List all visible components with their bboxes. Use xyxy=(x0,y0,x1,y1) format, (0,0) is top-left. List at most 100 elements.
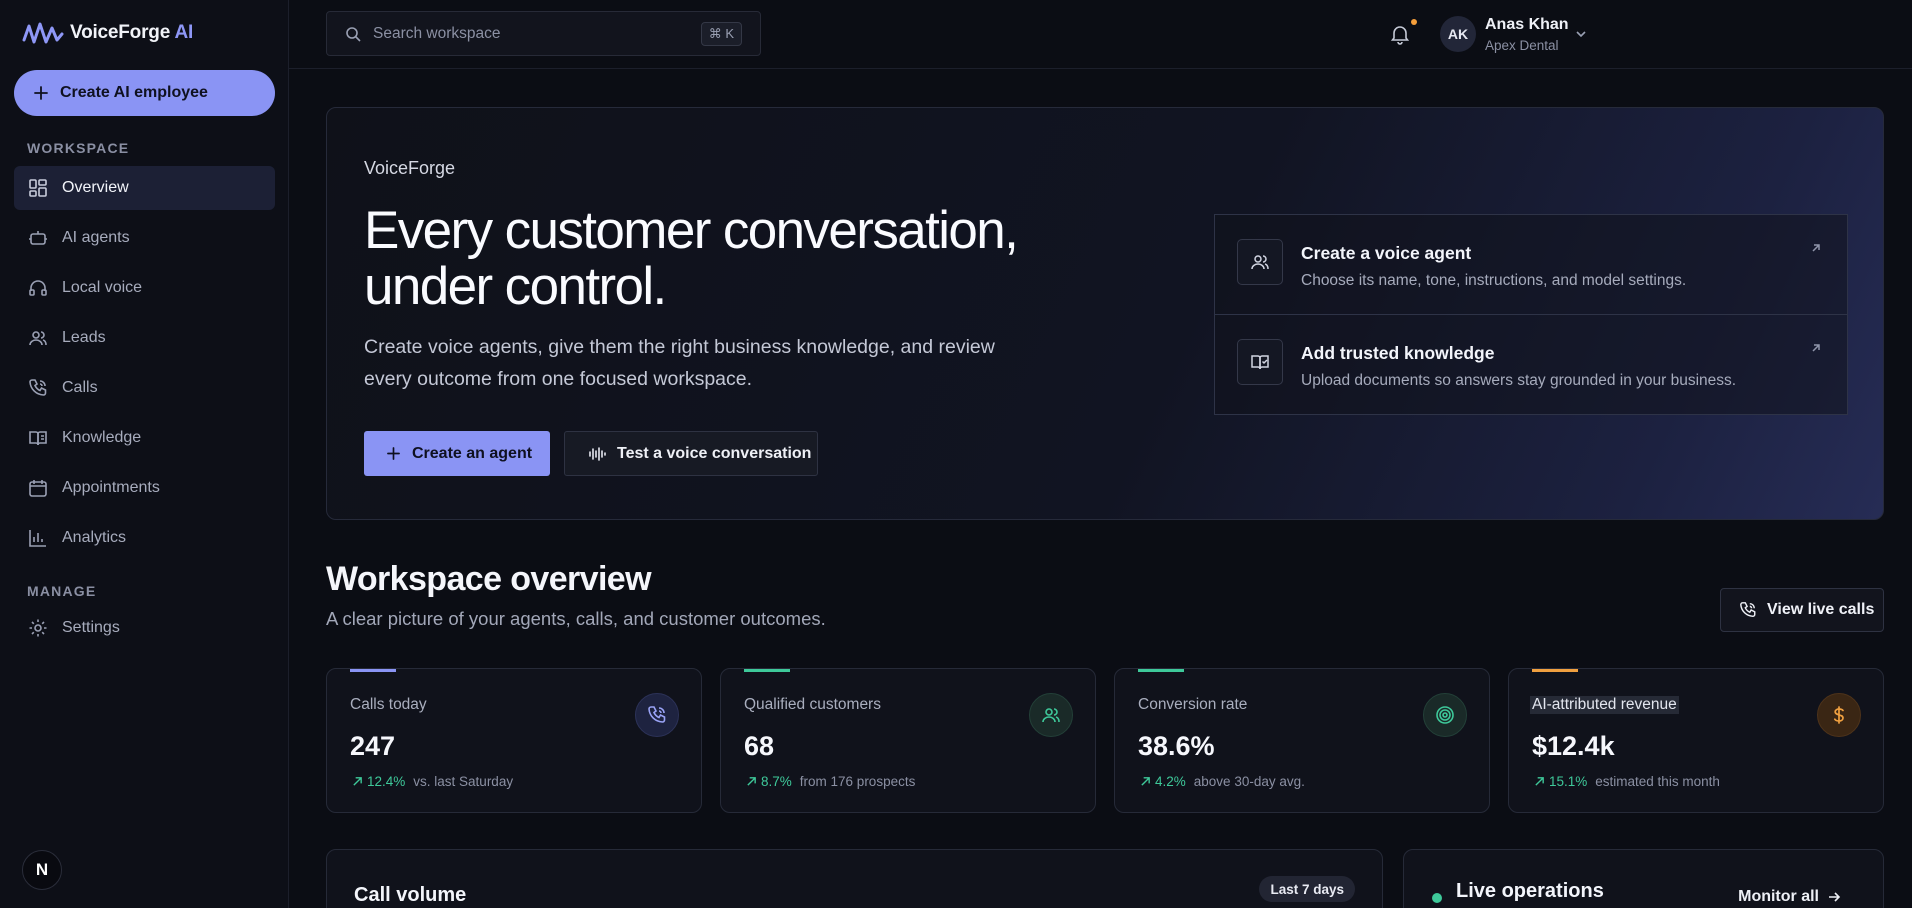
sidebar-item-label: Settings xyxy=(62,619,120,636)
stat-icon-circle xyxy=(1029,693,1073,737)
search-shortcut: ⌘ K xyxy=(700,22,742,46)
phone-icon xyxy=(29,379,47,396)
create-ai-employee-button[interactable]: Create AI employee xyxy=(14,70,275,116)
view-live-calls-button[interactable]: View live calls xyxy=(1720,588,1884,632)
chevron-down-icon[interactable] xyxy=(1574,27,1588,41)
sidebar-item-label: Knowledge xyxy=(62,429,142,446)
stat-delta: 4.2% above 30-day avg. xyxy=(1140,774,1305,789)
sidebar-item-label: Appointments xyxy=(62,479,160,496)
sidebar-item-appointments[interactable]: Appointments xyxy=(14,466,275,510)
action-add-trusted-knowledge[interactable]: Add trusted knowledge Upload documents s… xyxy=(1214,314,1848,415)
stat-accent-bar xyxy=(350,669,396,672)
book-icon xyxy=(29,431,47,446)
search-input[interactable]: Search workspace ⌘ K xyxy=(326,11,761,56)
topbar: Search workspace ⌘ K xyxy=(289,0,1912,69)
create-agent-label: Create an agent xyxy=(412,444,533,462)
users-icon xyxy=(1042,708,1060,723)
stat-card-ai-revenue[interactable]: AI-attributed revenue $12.4k 15.1% estim… xyxy=(1508,668,1884,813)
dollar-icon xyxy=(1833,706,1844,724)
brand-name: VoiceForge AI xyxy=(70,22,194,43)
date-range-chip[interactable]: Last 7 days xyxy=(1259,876,1355,902)
sidebar-item-overview[interactable]: Overview xyxy=(14,166,275,210)
sidebar-item-label: Analytics xyxy=(62,529,127,546)
live-operations-panel: Live operations Monitor all xyxy=(1403,849,1884,908)
bar-chart-icon xyxy=(29,530,46,547)
sidebar-item-label: Local voice xyxy=(62,279,143,296)
stat-icon-circle xyxy=(1423,693,1467,737)
live-operations-title: Live operations xyxy=(1456,880,1604,902)
grid-icon xyxy=(29,179,47,197)
stat-card-calls-today[interactable]: Calls today 247 12.4% vs. last Saturday xyxy=(326,668,702,813)
stat-delta-note: vs. last Saturday xyxy=(413,774,514,789)
bot-icon xyxy=(29,231,47,245)
call-volume-panel: Call volume Last 7 days xyxy=(326,849,1383,908)
test-voice-label: Test a voice conversation xyxy=(617,444,812,462)
action-create-voice-agent[interactable]: Create a voice agent Choose its name, to… xyxy=(1214,214,1848,315)
notification-dot xyxy=(1411,19,1417,25)
call-volume-title: Call volume xyxy=(354,884,467,906)
hero-panel: VoiceForge Every customer conversation, … xyxy=(326,107,1884,520)
workspace-section-title: WORKSPACE xyxy=(27,140,130,156)
book-check-icon xyxy=(1251,355,1269,370)
user-org: Apex Dental xyxy=(1485,38,1559,53)
monitor-all-label: Monitor all xyxy=(1738,888,1819,905)
gear-icon xyxy=(29,619,47,637)
sidebar-item-settings[interactable]: Settings xyxy=(14,606,275,650)
plus-icon xyxy=(387,447,400,460)
headphones-icon xyxy=(29,280,47,296)
stat-value: $12.4k xyxy=(1532,731,1615,761)
user-name[interactable]: Anas Khan xyxy=(1485,16,1569,34)
users-icon xyxy=(29,331,47,346)
search-icon xyxy=(346,26,361,42)
action-icon-box xyxy=(1237,339,1283,385)
stat-card-qualified-customers[interactable]: Qualified customers 68 8.7% from 176 pro… xyxy=(720,668,1096,813)
stat-accent-bar xyxy=(1532,669,1578,672)
stat-icon-circle xyxy=(1817,693,1861,737)
hero-title: Every customer conversation, under contr… xyxy=(364,201,1019,316)
action-title: Add trusted knowledge xyxy=(1301,343,1495,363)
stat-label: Conversion rate xyxy=(1138,696,1248,713)
test-voice-button[interactable]: Test a voice conversation xyxy=(564,431,818,476)
sidebar-item-leads[interactable]: Leads xyxy=(14,316,275,360)
sidebar-item-label: Overview xyxy=(62,179,129,196)
sidebar-item-label: Calls xyxy=(62,379,98,396)
view-live-calls-label: View live calls xyxy=(1767,601,1875,618)
sidebar-item-analytics[interactable]: Analytics xyxy=(14,516,275,560)
avatar[interactable]: AK xyxy=(1440,16,1476,52)
hero-subtitle: Create voice agents, give them the right… xyxy=(364,336,995,390)
sidebar-item-local-voice[interactable]: Local voice xyxy=(14,266,275,310)
sidebar-item-knowledge[interactable]: Knowledge xyxy=(14,416,275,460)
arrow-up-right-icon xyxy=(1812,244,1820,252)
app-badge[interactable]: N xyxy=(22,850,62,890)
stat-value: 38.6% xyxy=(1138,731,1215,761)
stat-delta: 12.4% vs. last Saturday xyxy=(352,774,513,789)
stat-accent-bar xyxy=(744,669,790,672)
brand-logo[interactable]: VoiceForge AI xyxy=(22,20,193,46)
arrow-up-right-icon xyxy=(1812,344,1820,352)
hero-eyebrow: VoiceForge xyxy=(364,158,456,178)
stat-label: AI-attributed revenue xyxy=(1530,696,1679,714)
stat-icon-circle xyxy=(635,693,679,737)
stat-delta: 8.7% from 176 prospects xyxy=(746,774,915,789)
sidebar-item-label: AI agents xyxy=(62,229,130,246)
audio-wave-icon xyxy=(589,446,606,461)
live-status-dot xyxy=(1432,893,1442,903)
create-agent-button[interactable]: Create an agent xyxy=(364,431,550,476)
stat-delta-note: from 176 prospects xyxy=(799,774,916,789)
monitor-all-link[interactable]: Monitor all xyxy=(1738,888,1841,906)
arrow-right-icon xyxy=(1829,892,1841,902)
stat-delta-pct: 15.1% xyxy=(1549,774,1588,789)
bell-icon[interactable] xyxy=(1389,23,1411,45)
stat-label: Qualified customers xyxy=(744,696,881,713)
sidebar-item-calls[interactable]: Calls xyxy=(14,366,275,410)
stat-delta-pct: 8.7% xyxy=(761,774,792,789)
action-description: Choose its name, tone, instructions, and… xyxy=(1301,272,1687,289)
create-ai-employee-label: Create AI employee xyxy=(60,84,208,101)
overview-subtitle: A clear picture of your agents, calls, a… xyxy=(326,608,826,629)
sidebar-item-ai-agents[interactable]: AI agents xyxy=(14,216,275,260)
overview-title: Workspace overview xyxy=(326,560,652,598)
stat-card-conversion-rate[interactable]: Conversion rate 38.6% 4.2% above 30-day … xyxy=(1114,668,1490,813)
action-icon-box xyxy=(1237,239,1283,285)
stat-delta-note: estimated this month xyxy=(1595,774,1720,789)
phone-icon xyxy=(648,706,666,723)
